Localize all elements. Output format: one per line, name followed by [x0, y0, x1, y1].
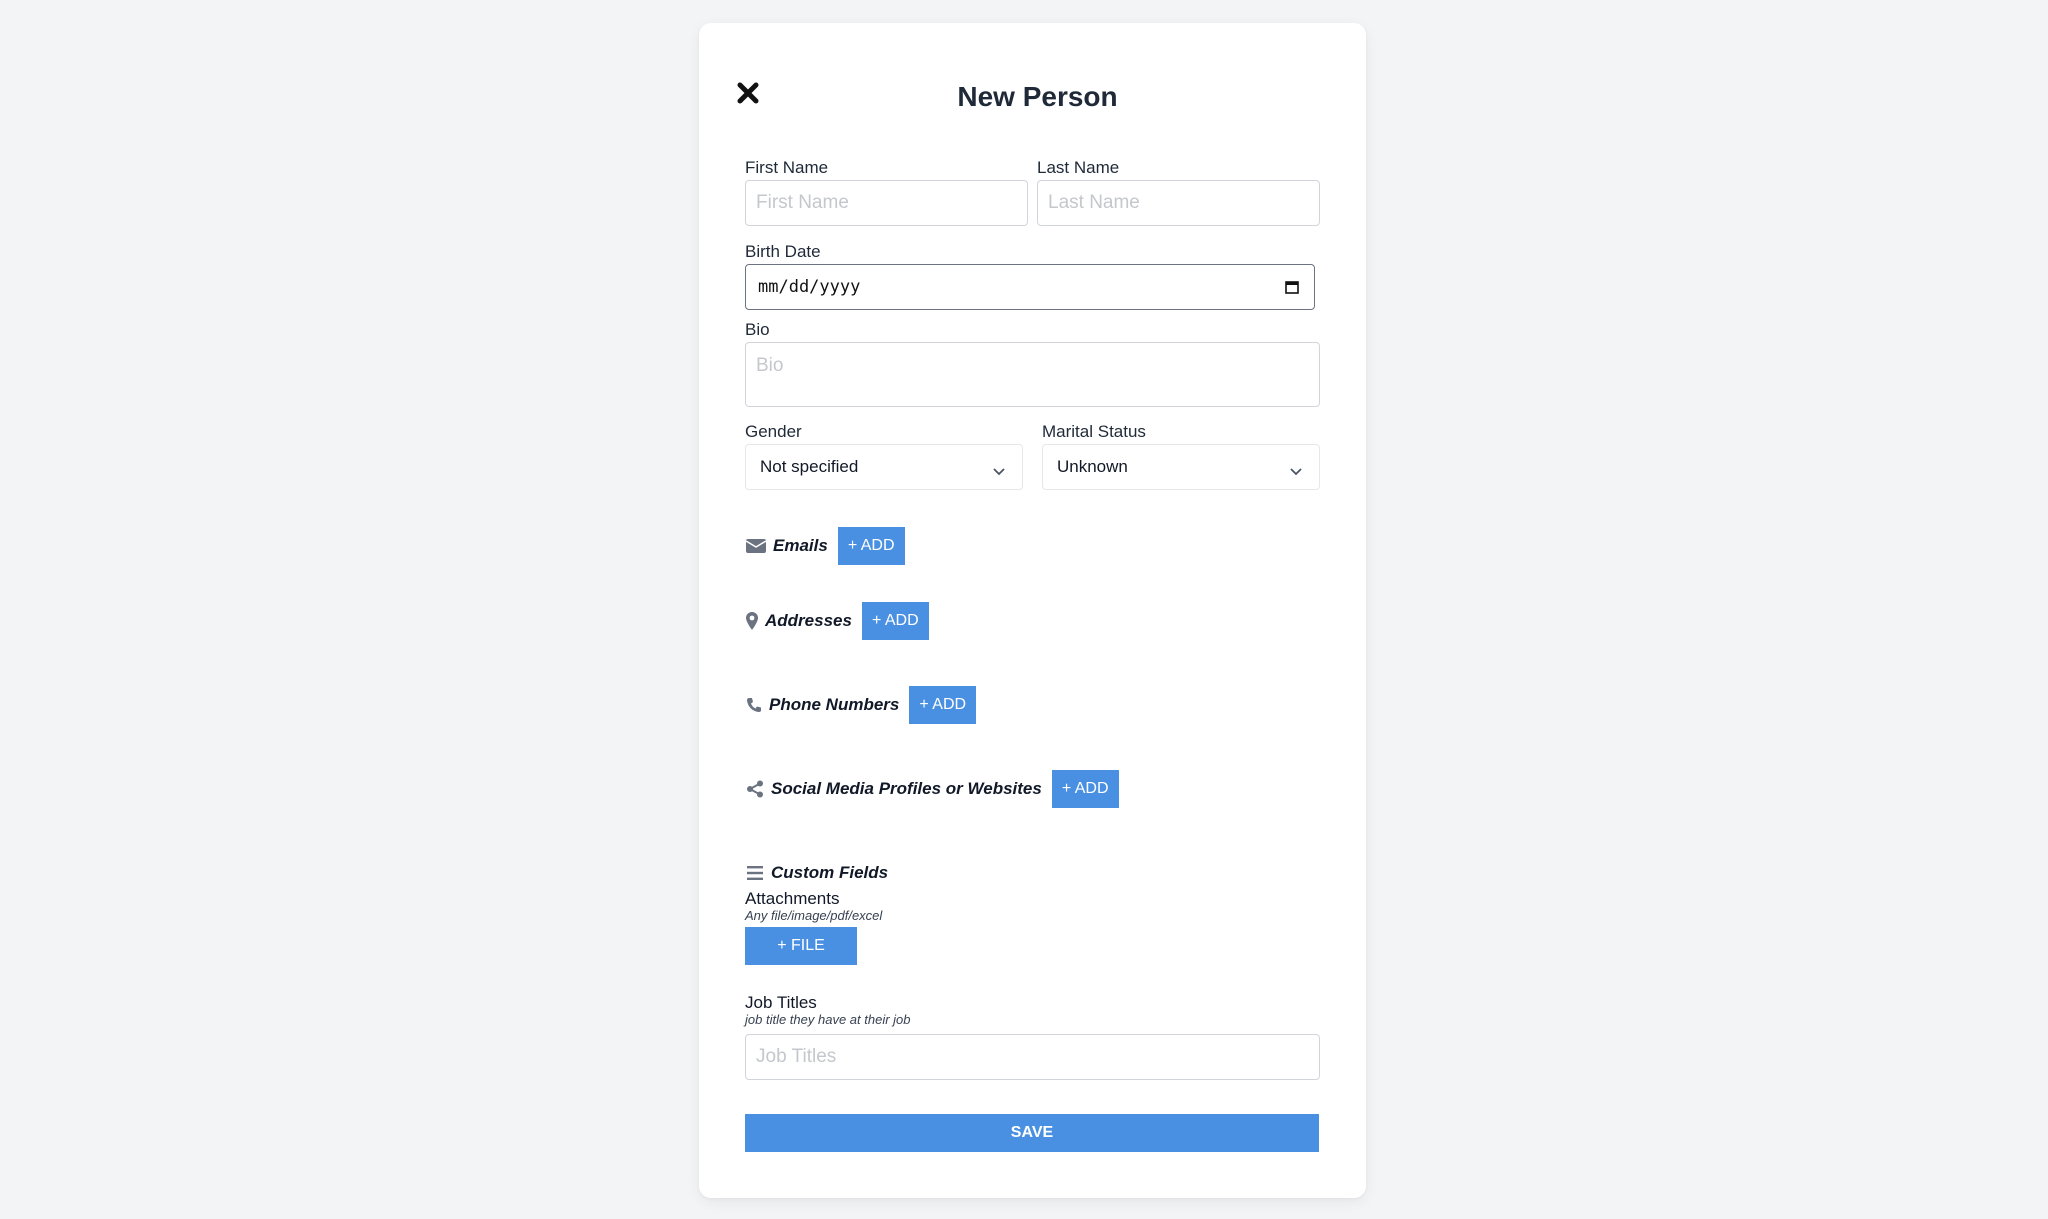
birth-date-value: mm/dd/yyyy: [758, 277, 861, 297]
marital-status-label: Marital Status: [1042, 422, 1146, 441]
gender-select[interactable]: Not specified: [745, 444, 1023, 490]
phone-icon: [745, 694, 763, 716]
gender-selected-value: Not specified: [760, 457, 859, 476]
chevron-down-icon: [1289, 462, 1303, 476]
chevron-down-icon: [992, 462, 1006, 476]
job-titles-label: Job Titles: [745, 993, 817, 1012]
envelope-icon: [745, 535, 767, 557]
add-phone-button[interactable]: + ADD: [909, 686, 977, 724]
attachments-label: Attachments: [745, 889, 840, 908]
bio-textarea[interactable]: [745, 342, 1320, 407]
save-button[interactable]: SAVE: [745, 1114, 1319, 1152]
marital-status-selected-value: Unknown: [1057, 457, 1128, 476]
gender-label: Gender: [745, 422, 802, 441]
first-name-label: First Name: [745, 158, 829, 177]
birth-date-label: Birth Date: [745, 242, 821, 261]
first-name-input[interactable]: [745, 180, 1028, 226]
last-name-input[interactable]: [1037, 180, 1320, 226]
calendar-icon[interactable]: [1284, 279, 1300, 295]
share-icon: [745, 778, 765, 800]
emails-section: Emails + ADD: [745, 527, 905, 565]
emails-label: Emails: [773, 536, 828, 555]
add-social-button[interactable]: + ADD: [1051, 770, 1119, 808]
custom-fields-label: Custom Fields: [771, 863, 889, 882]
map-pin-icon: [745, 610, 759, 632]
custom-fields-section: Custom Fields: [745, 854, 898, 892]
social-label: Social Media Profiles or Websites: [771, 779, 1042, 798]
add-address-button[interactable]: + ADD: [861, 602, 929, 640]
addresses-label: Addresses: [765, 611, 852, 630]
bio-label: Bio: [745, 320, 770, 339]
marital-status-select[interactable]: Unknown: [1042, 444, 1320, 490]
attachments-hint: Any file/image/pdf/excel: [745, 908, 883, 923]
last-name-label: Last Name: [1037, 158, 1120, 177]
social-section: Social Media Profiles or Websites + ADD: [745, 770, 1119, 808]
list-icon: [745, 862, 765, 884]
add-email-button[interactable]: + ADD: [837, 527, 905, 565]
job-titles-input[interactable]: [745, 1034, 1320, 1080]
phone-numbers-section: Phone Numbers + ADD: [745, 686, 977, 724]
phone-numbers-label: Phone Numbers: [769, 695, 900, 714]
new-person-modal: New Person First Name Last Name Birth Da…: [699, 23, 1366, 1198]
job-titles-hint: job title they have at their job: [745, 1012, 911, 1027]
add-file-button[interactable]: + FILE: [745, 927, 857, 965]
addresses-section: Addresses + ADD: [745, 602, 929, 640]
birth-date-input[interactable]: mm/dd/yyyy: [745, 264, 1315, 310]
modal-title: New Person: [957, 81, 1118, 112]
